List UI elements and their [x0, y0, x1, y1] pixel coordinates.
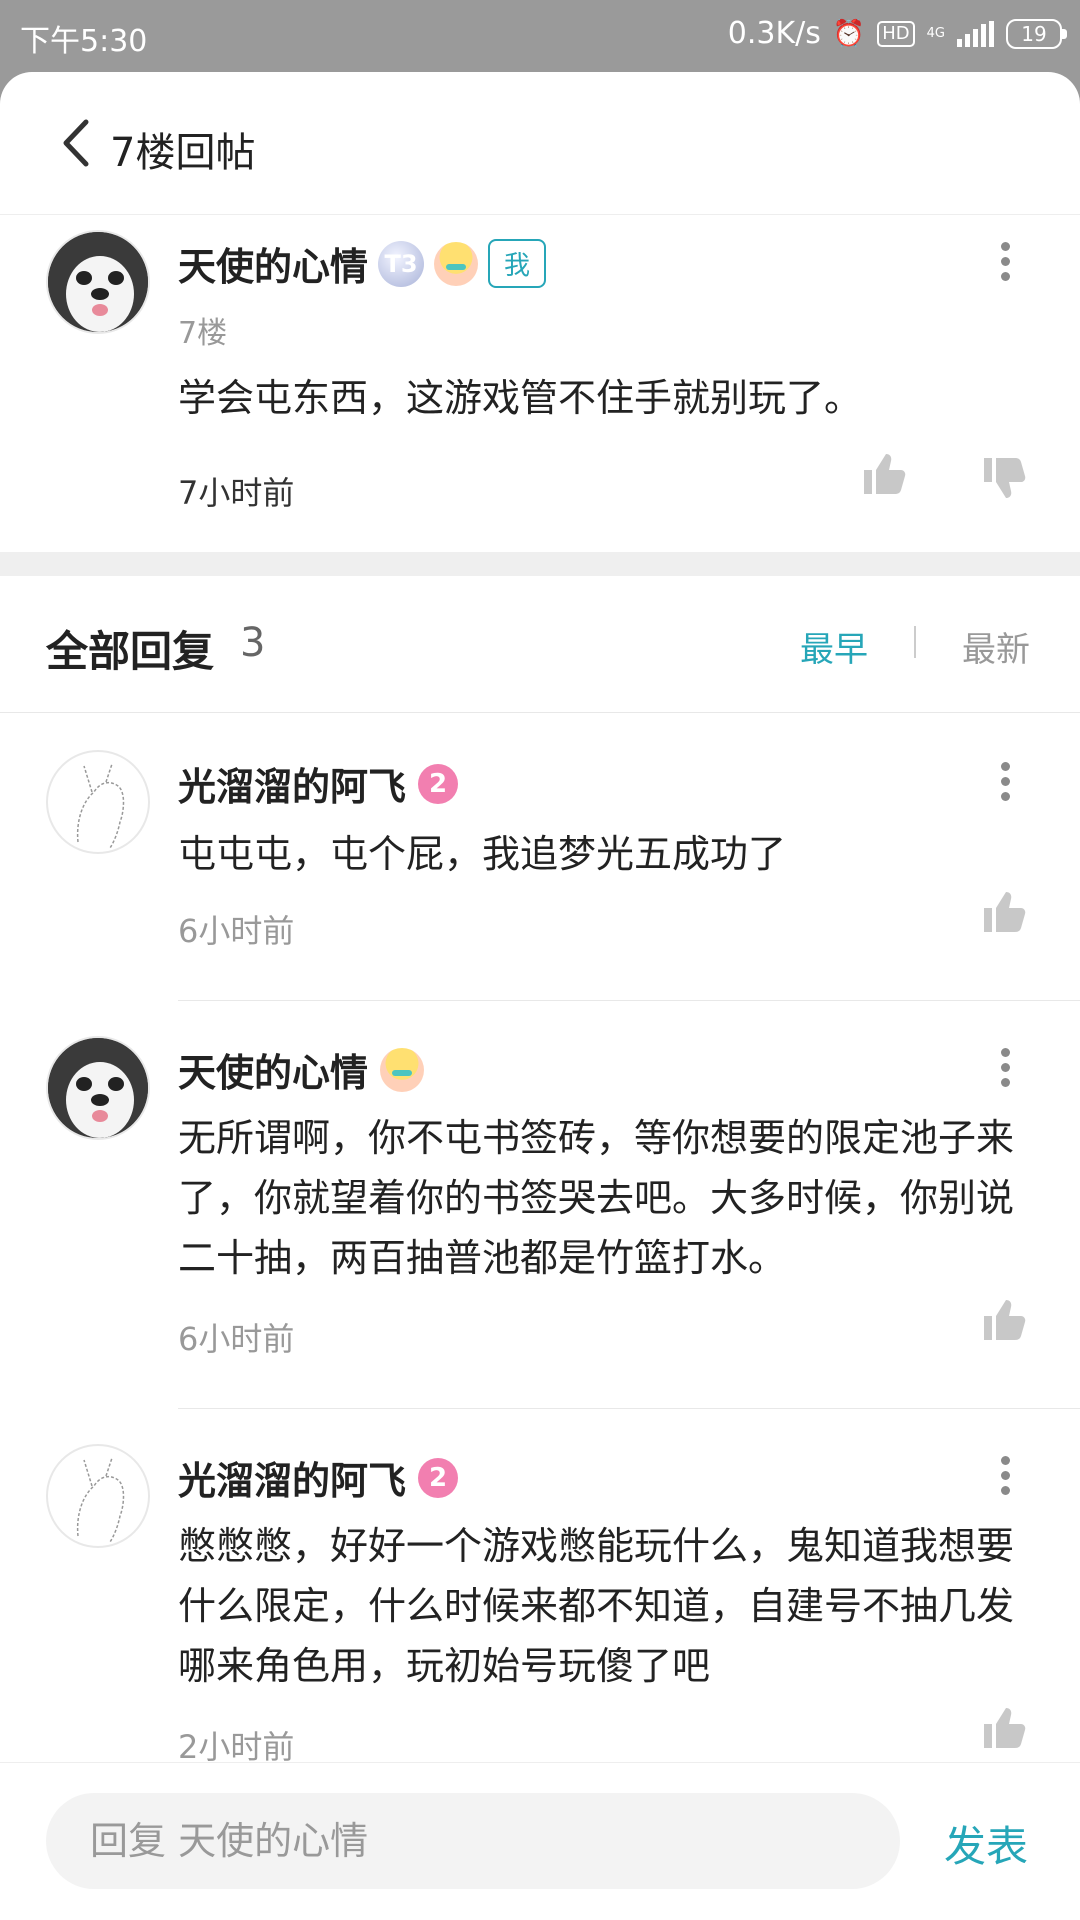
reply-author-name: 光溜溜的阿飞 — [178, 1459, 407, 1503]
husky-avatar-image — [48, 1038, 148, 1138]
thumbs-down-icon[interactable] — [980, 454, 1028, 502]
sort-separator — [914, 626, 916, 658]
header-divider — [0, 712, 1080, 713]
reply-footer: 发表 — [0, 1762, 1080, 1920]
signal-icon — [957, 20, 994, 47]
reply-input[interactable] — [46, 1793, 900, 1889]
post-author-name: 天使的心情 — [178, 245, 369, 289]
more-options-icon[interactable] — [990, 238, 1020, 286]
more-options-icon[interactable] — [990, 758, 1020, 806]
status-bar: 下午5:30 0.3K/s ⏰ HD 4G 19 — [0, 0, 1080, 72]
avatar-badge-icon — [380, 1047, 425, 1092]
level-badge-icon: T3 — [378, 240, 425, 287]
reply-sheet: 7楼回帖 天使的心情 T3 我 7楼 学会屯东西，这游戏管不住手就别玩了。 7小… — [0, 72, 1080, 1920]
all-replies-title: 全部回复 — [46, 627, 215, 676]
reply-author[interactable]: 光溜溜的阿飞 2 — [178, 756, 459, 811]
post-content: 学会屯东西，这游戏管不住手就别玩了。 — [178, 376, 863, 420]
top-bar: 7楼回帖 — [0, 72, 1080, 215]
page-title: 7楼回帖 — [110, 130, 256, 176]
avatar[interactable] — [46, 750, 150, 854]
reply-time: 6小时前 — [178, 912, 295, 950]
reply-author[interactable]: 天使的心情 — [178, 1042, 425, 1097]
avatar[interactable] — [46, 1444, 150, 1548]
net-speed: 0.3K/s — [727, 16, 821, 51]
sketch-avatar-image — [76, 763, 125, 849]
reply-time: 6小时前 — [178, 1320, 295, 1358]
back-arrow-icon[interactable] — [56, 118, 96, 168]
post-author[interactable]: 天使的心情 T3 我 — [178, 236, 547, 291]
avatar[interactable] — [46, 230, 150, 334]
avatar-badge-icon — [434, 241, 479, 286]
sort-earliest-tab[interactable]: 最早 — [800, 622, 868, 671]
more-options-icon[interactable] — [990, 1044, 1020, 1092]
publish-button[interactable]: 发表 — [944, 1813, 1028, 1874]
more-options-icon[interactable] — [990, 1452, 1020, 1500]
post-time: 7小时前 — [178, 474, 295, 512]
level-badge-icon: 2 — [418, 763, 459, 804]
reply-content: 屯屯屯，屯个屁，我追梦光五成功了 — [178, 832, 787, 876]
thumbs-up-icon[interactable] — [980, 888, 1028, 936]
battery-icon: 19 — [1006, 18, 1067, 49]
section-divider — [0, 552, 1080, 576]
status-right: 0.3K/s ⏰ HD 4G 19 — [727, 16, 1067, 51]
reply-author-name: 天使的心情 — [178, 1051, 369, 1095]
sort-newest-tab[interactable]: 最新 — [962, 622, 1030, 671]
husky-avatar-image — [48, 232, 148, 332]
alarm-icon: ⏰ — [832, 18, 866, 49]
me-tag: 我 — [488, 239, 547, 288]
network-type: 4G — [926, 26, 945, 41]
status-time: 下午5:30 — [20, 24, 148, 59]
all-replies-count: 3 — [240, 620, 266, 666]
thumbs-up-icon[interactable] — [860, 450, 908, 498]
reply-content: 无所谓啊，你不屯书签砖，等你想要的限定池子来了，你就望着你的书签哭去吧。大多时候… — [178, 1116, 1015, 1280]
hd-icon: HD — [877, 20, 915, 47]
reply-divider — [178, 1408, 1080, 1409]
reply-content: 憋憋憋，好好一个游戏憋能玩什么，鬼知道我想要什么限定，什么时候来都不知道，自建号… — [178, 1524, 1015, 1688]
reply-divider — [178, 1000, 1080, 1001]
level-badge-icon: 2 — [418, 1457, 459, 1498]
thumbs-up-icon[interactable] — [980, 1704, 1028, 1752]
thumbs-up-icon[interactable] — [980, 1296, 1028, 1344]
reply-author[interactable]: 光溜溜的阿飞 2 — [178, 1450, 459, 1505]
sketch-avatar-image — [76, 1457, 125, 1543]
reply-author-name: 光溜溜的阿飞 — [178, 765, 407, 809]
avatar[interactable] — [46, 1036, 150, 1140]
floor-number: 7楼 — [178, 316, 228, 351]
